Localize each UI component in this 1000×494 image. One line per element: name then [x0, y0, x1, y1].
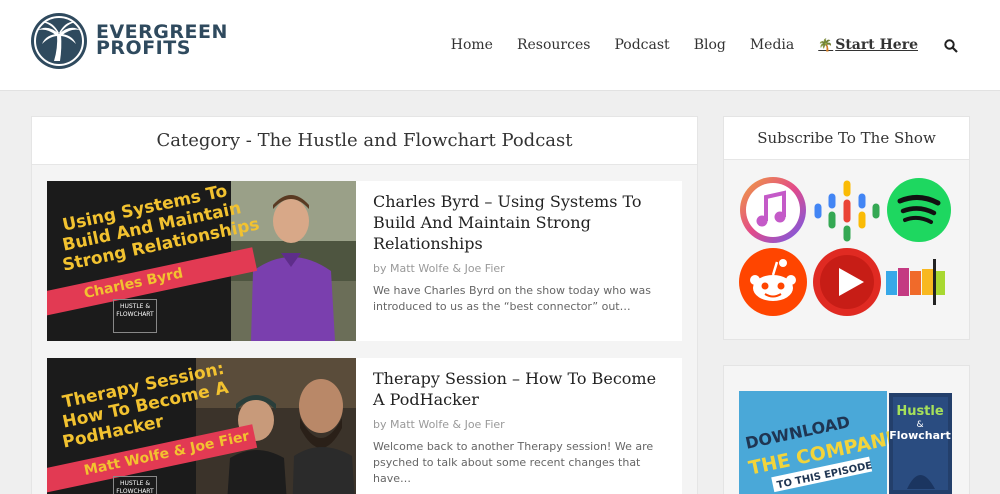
- post-card[interactable]: Therapy Session: How To Become A PodHack…: [47, 358, 682, 494]
- nav-start-here-label: Start Here: [835, 37, 918, 53]
- post-excerpt: Welcome back to another Therapy session!…: [373, 440, 654, 485]
- post-title[interactable]: Charles Byrd – Using Systems To Build An…: [373, 191, 668, 254]
- nav-media[interactable]: Media: [750, 37, 794, 53]
- nav-home[interactable]: Home: [451, 37, 493, 53]
- companion-download-widget: DOWNLOAD THE COMPANION TO THIS EPISODE H…: [723, 365, 970, 494]
- post-author: by Matt Wolfe & Joe Fier: [373, 262, 505, 275]
- reddit-icon[interactable]: [738, 247, 808, 317]
- stitcher-icon[interactable]: [886, 257, 956, 307]
- post-excerpt: We have Charles Byrd on the show today w…: [373, 284, 651, 313]
- search-icon[interactable]: [944, 38, 958, 53]
- apple-podcasts-icon[interactable]: [738, 175, 808, 245]
- nav-podcast[interactable]: Podcast: [614, 37, 669, 53]
- spotify-icon[interactable]: [886, 177, 952, 243]
- category-card: Category - The Hustle and Flowchart Podc…: [31, 116, 698, 494]
- podcast-badge: HUSTLE & FLOWCHART: [113, 299, 157, 333]
- category-title: Category - The Hustle and Flowchart Podc…: [32, 117, 697, 165]
- palm-logo-icon: [31, 13, 87, 69]
- youtube-icon[interactable]: [812, 247, 882, 317]
- companion-download-banner[interactable]: DOWNLOAD THE COMPANION TO THIS EPISODE H…: [739, 391, 954, 494]
- thumb-guest-name: Charles Byrd: [82, 265, 185, 303]
- site-logo[interactable]: EVERGREEN PROFITS: [30, 12, 227, 72]
- subscribe-title: Subscribe To The Show: [724, 117, 969, 160]
- post-author: by Matt Wolfe & Joe Fier: [373, 418, 505, 431]
- post-title[interactable]: Therapy Session – How To Become A PodHac…: [373, 368, 668, 410]
- post-body: Charles Byrd – Using Systems To Build An…: [373, 191, 668, 315]
- nav-blog[interactable]: Blog: [694, 37, 726, 53]
- subscribe-widget: Subscribe To The Show: [723, 116, 970, 340]
- google-podcasts-icon[interactable]: [812, 179, 882, 243]
- post-body: Therapy Session – How To Become A PodHac…: [373, 368, 668, 487]
- palm-tree-icon: 🌴: [818, 38, 834, 52]
- post-thumbnail[interactable]: Therapy Session: How To Become A PodHack…: [47, 358, 356, 494]
- podcast-badge: HUSTLE & FLOWCHART: [113, 476, 157, 494]
- main-nav: Home Resources Podcast Blog Media 🌴 Star…: [427, 37, 958, 53]
- nav-start-here[interactable]: 🌴 Start Here: [818, 37, 918, 53]
- site-header: EVERGREEN PROFITS Home Resources Podcast…: [0, 0, 1000, 91]
- brand-name: EVERGREEN PROFITS: [96, 23, 228, 58]
- nav-resources[interactable]: Resources: [517, 37, 590, 53]
- platform-icons: [738, 175, 958, 320]
- post-card[interactable]: Using Systems To Build And Maintain Stro…: [47, 181, 682, 341]
- book-title-line-1: Hustle: [896, 404, 944, 419]
- book-title-line-2: Flowchart: [889, 429, 950, 442]
- post-thumbnail[interactable]: Using Systems To Build And Maintain Stro…: [47, 181, 356, 341]
